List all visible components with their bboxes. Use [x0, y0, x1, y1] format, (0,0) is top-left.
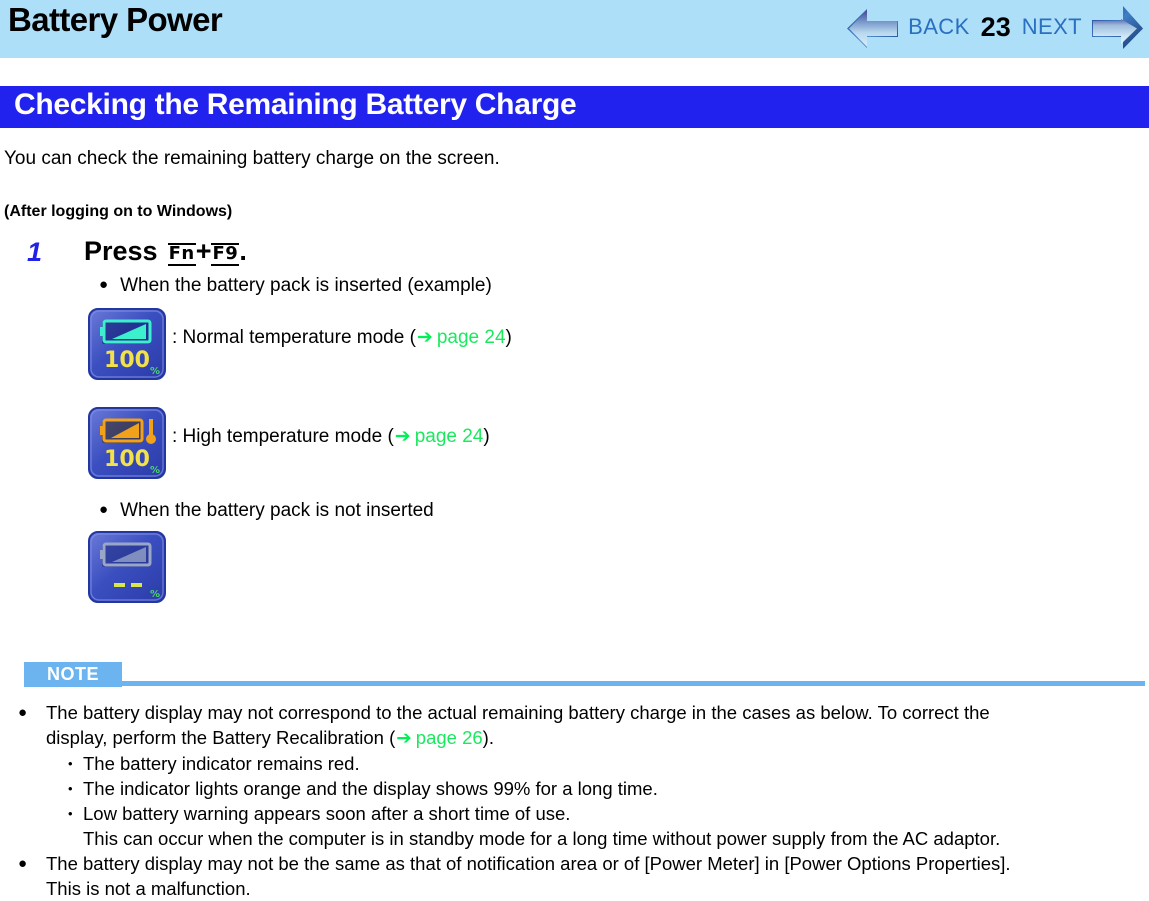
- page-navigation: BACK 23 NEXT: [845, 2, 1145, 52]
- note-line-2-pre: display, perform the Battery Recalibrati…: [46, 727, 396, 748]
- battery-percent-unit: %: [150, 589, 160, 600]
- note-divider: [122, 681, 1145, 686]
- bullet-battery-inserted: ● When the battery pack is inserted (exa…: [99, 275, 492, 297]
- note-sub-item-text: The battery indicator remains red.: [83, 753, 360, 774]
- page-reference-link[interactable]: page 24: [437, 327, 506, 348]
- battery-percent-unit: %: [150, 366, 160, 377]
- battery-percent-unit: %: [150, 465, 160, 476]
- dash-left: [114, 583, 125, 587]
- key-fn: Fn: [167, 243, 196, 266]
- subsection-heading: (After logging on to Windows): [4, 203, 233, 220]
- label-prefix-high: : High temperature mode (: [172, 426, 394, 447]
- battery-icon-normal-temp-label: : Normal temperature mode (➔ page 24): [172, 326, 512, 349]
- page-reference-link[interactable]: page 24: [415, 426, 484, 447]
- note-badge-label: NOTE: [46, 664, 99, 684]
- note-sub-item-text: Low battery warning appears soon after a…: [83, 803, 571, 824]
- section-title: Checking the Remaining Battery Charge: [14, 88, 577, 121]
- note-line-1: The battery display may not be the same …: [46, 853, 1011, 874]
- battery-icon-normal-temp: 100 %: [88, 308, 166, 380]
- note-sub-item: • Low battery warning appears soon after…: [68, 801, 1143, 826]
- note-sub-item: • The battery indicator remains red.: [68, 751, 1143, 776]
- label-prefix-normal: : Normal temperature mode (: [172, 327, 416, 348]
- section-title-bar: Checking the Remaining Battery Charge: [0, 86, 1149, 128]
- note-sub-list: • The battery indicator remains red. • T…: [46, 751, 1143, 826]
- note-item-text: The battery display may not correspond t…: [46, 700, 1143, 851]
- bullet-dot-icon: ●: [99, 501, 109, 518]
- note-badge: NOTE: [24, 662, 122, 687]
- note-bullet-icon: ●: [18, 855, 28, 872]
- dash-right: [131, 583, 142, 587]
- page-title: Battery Power: [8, 1, 223, 38]
- note-item-text: The battery display may not be the same …: [46, 851, 1143, 901]
- note-sub-item: • The indicator lights orange and the di…: [68, 776, 1143, 801]
- label-suffix-high: ): [483, 426, 490, 447]
- battery-icon-no-battery: %: [88, 531, 166, 603]
- note-sub-continuation: This can occur when the computer is in s…: [83, 828, 1001, 849]
- key-plus: +: [195, 236, 212, 266]
- step-period: .: [239, 236, 247, 266]
- sub-bullet-icon: •: [68, 781, 73, 796]
- bullet-battery-not-inserted: ● When the battery pack is not inserted: [99, 500, 434, 522]
- next-arrow-icon[interactable]: [1089, 3, 1145, 51]
- battery-percent-value: 100: [104, 447, 150, 472]
- note-item: ● The battery display may not be the sam…: [18, 851, 1143, 901]
- page-reference-link[interactable]: page 26: [416, 727, 483, 748]
- note-sub-item-text: The indicator lights orange and the disp…: [83, 778, 658, 799]
- next-link[interactable]: NEXT: [1015, 14, 1089, 40]
- note-line-2: This is not a malfunction.: [46, 878, 251, 899]
- back-arrow-icon[interactable]: [845, 3, 901, 51]
- bullet-battery-not-inserted-label: When the battery pack is not inserted: [120, 500, 434, 521]
- page-arrow-icon: ➔: [396, 728, 412, 749]
- note-line-2-post: ).: [482, 727, 494, 748]
- note-item: ● The battery display may not correspond…: [18, 700, 1143, 851]
- back-link[interactable]: BACK: [901, 14, 977, 40]
- page-arrow-icon: ➔: [394, 425, 411, 447]
- page-arrow-icon: ➔: [416, 326, 433, 348]
- current-page-number: 23: [980, 11, 1011, 42]
- step-instruction: Press Fn + F9 .: [84, 236, 247, 267]
- bullet-dot-icon: ●: [99, 276, 109, 293]
- note-bullet-icon: ●: [18, 704, 28, 721]
- note-content: ● The battery display may not correspond…: [18, 700, 1143, 901]
- battery-percent-value: 100: [104, 348, 150, 373]
- key-f9: F9: [211, 243, 240, 266]
- battery-icon-high-temp: 100 %: [88, 407, 166, 479]
- note-line-1: The battery display may not correspond t…: [46, 702, 990, 723]
- step-number: 1: [27, 237, 43, 267]
- bullet-battery-inserted-label: When the battery pack is inserted (examp…: [120, 275, 492, 296]
- label-suffix-normal: ): [505, 327, 512, 348]
- sub-bullet-icon: •: [68, 806, 73, 821]
- sub-bullet-icon: •: [68, 756, 73, 771]
- intro-paragraph: You can check the remaining battery char…: [4, 148, 500, 169]
- battery-icon-high-temp-label: : High temperature mode (➔ page 24): [172, 425, 490, 448]
- step-verb: Press: [84, 236, 158, 266]
